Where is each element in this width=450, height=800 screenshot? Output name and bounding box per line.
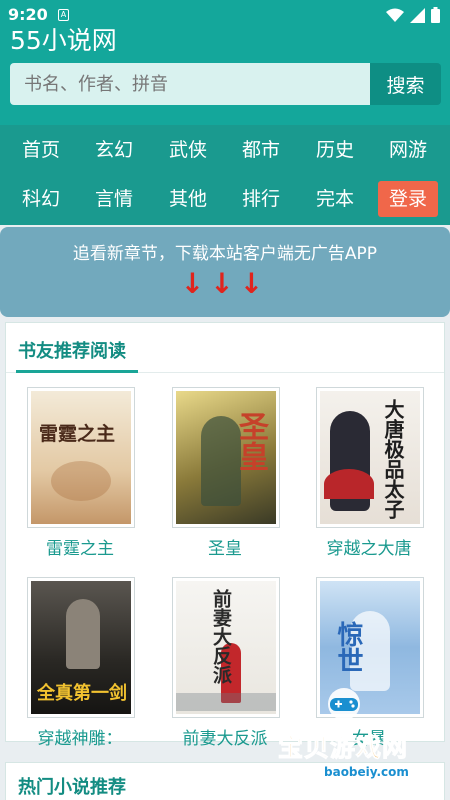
nav-item-wangyou[interactable]: 网游 xyxy=(378,132,438,168)
cover-art: 全真第一剑 xyxy=(31,581,131,714)
cover-title: 前妻大反派 xyxy=(210,589,232,684)
watermark: 宝贝游戏网 baobeiy.com xyxy=(272,688,447,790)
cover-title: 大唐极品太子 xyxy=(381,399,405,519)
nav-item-dushi[interactable]: 都市 xyxy=(231,132,291,168)
book-cover[interactable]: 大唐极品太子 xyxy=(316,387,424,528)
login-button[interactable]: 登录 xyxy=(378,181,438,217)
section-underline xyxy=(16,370,138,373)
hot-section-title: 热门小说推荐 xyxy=(18,777,126,798)
cover-title: 全真第一剑 xyxy=(37,683,127,704)
book-card[interactable]: 圣皇 圣皇 xyxy=(155,387,295,572)
cover-title: 雷霆之主 xyxy=(39,423,116,445)
banner-text: 追看新章节，下载本站客户端无广告APP xyxy=(72,244,378,264)
site-header: 55小说网 搜索 xyxy=(0,28,450,125)
book-title[interactable]: 雷霆之主 xyxy=(10,534,150,559)
category-nav: 首页 玄幻 武侠 都市 历史 网游 科幻 言情 其他 排行 完本 登录 xyxy=(0,125,450,225)
book-card[interactable]: 雷霆之主 雷霆之主 xyxy=(10,387,150,572)
nav-item-paihang[interactable]: 排行 xyxy=(231,181,291,217)
nav-item-wuxia[interactable]: 武侠 xyxy=(158,132,218,168)
section-header: 书友推荐阅读 xyxy=(6,323,444,373)
nav-item-kehuan[interactable]: 科幻 xyxy=(11,181,71,217)
status-icons xyxy=(386,7,440,23)
gamepad-icon xyxy=(328,688,360,720)
book-card[interactable]: 大唐极品太子 穿越之大唐 xyxy=(299,387,439,572)
cover-art: 雷霆之主 xyxy=(31,391,131,524)
nav-item-wanben[interactable]: 完本 xyxy=(305,181,365,217)
notification-icon: A xyxy=(58,9,69,21)
watermark-url: baobeiy.com xyxy=(318,764,415,780)
signal-icon xyxy=(410,7,425,23)
search-input[interactable] xyxy=(10,63,370,105)
book-title[interactable]: 穿越神雕： xyxy=(10,724,150,749)
cover-art: 前妻大反派 xyxy=(176,581,276,714)
nav-item-home[interactable]: 首页 xyxy=(11,132,71,168)
recommend-section: 书友推荐阅读 雷霆之主 雷霆之主 圣皇 圣皇 大唐极品太子 穿越之大唐 全真第一… xyxy=(5,322,445,749)
section-title: 书友推荐阅读 xyxy=(18,341,126,362)
book-cover[interactable]: 雷霆之主 xyxy=(27,387,135,528)
download-app-banner[interactable]: 追看新章节，下载本站客户端无广告APP ↓↓↓ xyxy=(0,227,450,317)
search-box[interactable] xyxy=(10,63,370,105)
cover-art: 大唐极品太子 xyxy=(320,391,420,524)
wifi-icon xyxy=(386,8,404,22)
cover-art: 圣皇 xyxy=(176,391,276,524)
battery-icon xyxy=(431,7,440,23)
search-button[interactable]: 搜索 xyxy=(370,63,441,105)
down-arrows-icon: ↓↓↓ xyxy=(180,267,270,300)
book-cover[interactable]: 全真第一剑 xyxy=(27,577,135,718)
nav-item-lishi[interactable]: 历史 xyxy=(305,132,365,168)
nav-item-xuanhuan[interactable]: 玄幻 xyxy=(84,132,144,168)
site-title[interactable]: 55小说网 xyxy=(10,28,117,54)
nav-item-qita[interactable]: 其他 xyxy=(158,181,218,217)
book-card[interactable]: 全真第一剑 穿越神雕： xyxy=(10,577,150,762)
book-title[interactable]: 穿越之大唐 xyxy=(299,534,439,559)
cover-title: 惊世 xyxy=(333,621,363,673)
book-cover[interactable]: 圣皇 xyxy=(172,387,280,528)
nav-item-yanqing[interactable]: 言情 xyxy=(84,181,144,217)
cover-title: 圣皇 xyxy=(233,411,268,471)
status-time: 9:20 xyxy=(8,5,48,24)
book-cover[interactable]: 前妻大反派 xyxy=(172,577,280,718)
book-title[interactable]: 圣皇 xyxy=(155,534,295,559)
watermark-text: 宝贝游戏网 xyxy=(277,733,409,763)
